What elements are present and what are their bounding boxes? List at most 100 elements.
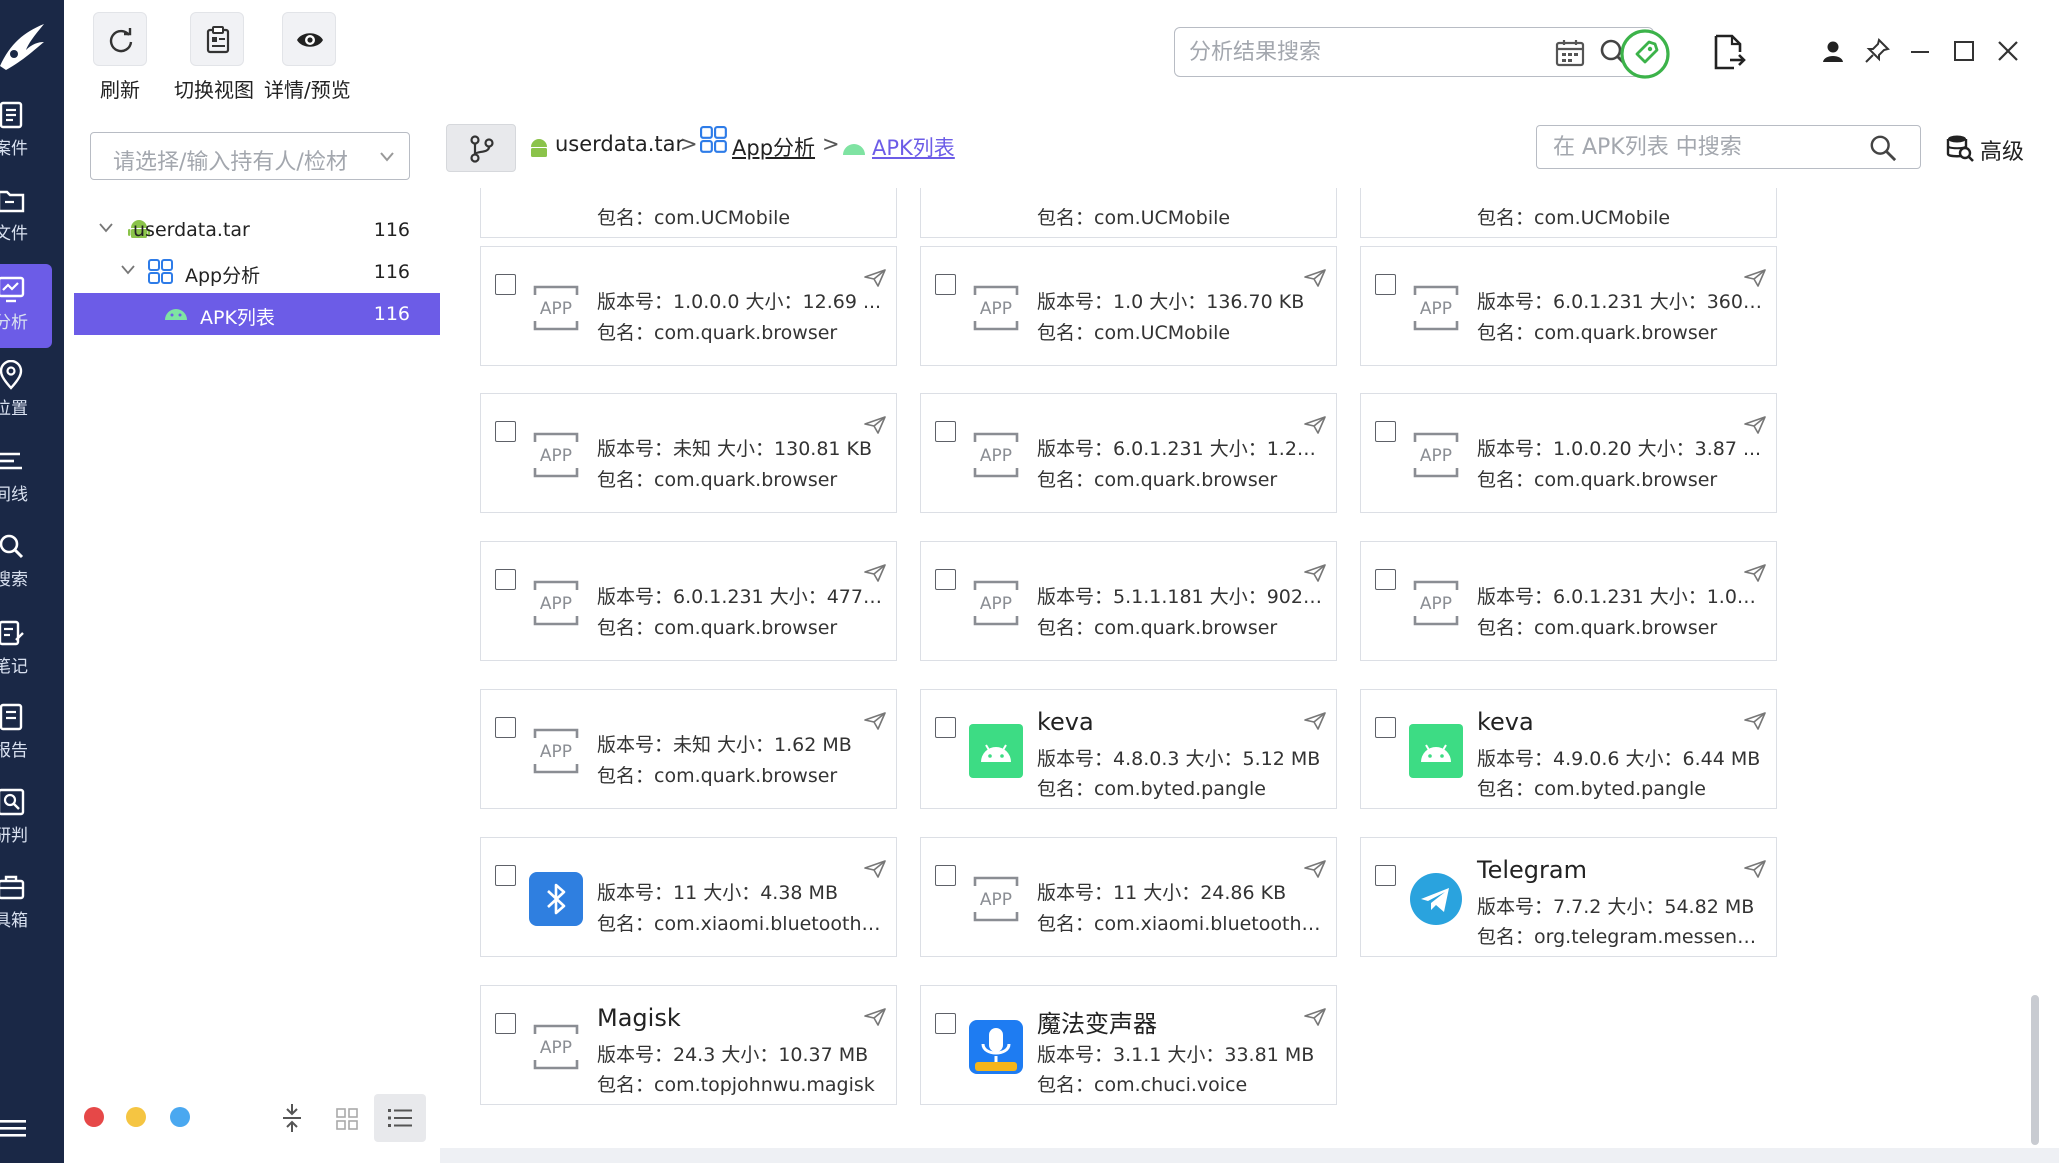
share-icon[interactable]: [1304, 416, 1326, 434]
apk-checkbox[interactable]: [935, 865, 956, 886]
apk-card[interactable]: APP 版本号：6.0.1.231 大小：1.04 ... 包名：com.quark…: [1360, 541, 1777, 661]
collapse-icon[interactable]: [280, 1104, 304, 1132]
rail-item-folder[interactable]: 文件: [0, 175, 52, 253]
apk-checkbox[interactable]: [1375, 717, 1396, 738]
breadcrumb-item[interactable]: App分析: [732, 132, 815, 162]
apk-card[interactable]: APP 版本号：1.0.0.0 大小：12.69 ... 包名：com.quark.…: [480, 246, 897, 366]
apk-checkbox[interactable]: [495, 274, 516, 295]
apk-checkbox[interactable]: [935, 569, 956, 590]
apk-card[interactable]: 包名：com.UCMobile: [1360, 188, 1777, 238]
tree-node-app-analysis[interactable]: App分析 116: [74, 251, 440, 293]
user-icon[interactable]: [1822, 40, 1844, 64]
apk-card[interactable]: APP 版本号：1.0 大小：136.70 KB 包名：com.UCMobile: [920, 246, 1337, 366]
pin-icon[interactable]: [1864, 38, 1890, 64]
apk-card[interactable]: 魔法变声器 版本号：3.1.1 大小：33.81 MB 包名：com.chuci.v…: [920, 985, 1337, 1105]
owner-select[interactable]: 请选择/输入持有人/检材: [90, 132, 410, 180]
share-icon[interactable]: [864, 416, 886, 434]
share-icon[interactable]: [1744, 269, 1766, 287]
apk-checkbox[interactable]: [495, 569, 516, 590]
apk-checkbox[interactable]: [1375, 865, 1396, 886]
share-icon[interactable]: [864, 269, 886, 287]
apk-checkbox[interactable]: [495, 1013, 516, 1034]
share-icon[interactable]: [864, 860, 886, 878]
apk-search-input[interactable]: [1553, 132, 1863, 162]
share-icon[interactable]: [1304, 1008, 1326, 1026]
rail-item-judge[interactable]: 研判: [0, 777, 52, 855]
minimize-icon[interactable]: [1909, 42, 1931, 62]
status-shield-icon[interactable]: [1619, 28, 1671, 80]
maximize-icon[interactable]: [1953, 40, 1975, 62]
apk-card[interactable]: APP 版本号：6.0.1.231 大小：1.28 ... 包名：com.quark…: [920, 393, 1337, 513]
branch-button[interactable]: [446, 124, 516, 172]
search-icon[interactable]: [1869, 134, 1897, 162]
chevron-down-icon[interactable]: [98, 222, 114, 234]
share-icon[interactable]: [1744, 712, 1766, 730]
rail-item-timeline[interactable]: 间线: [0, 436, 52, 514]
breadcrumb-item[interactable]: userdata.tar: [555, 132, 684, 156]
advanced-search-button[interactable]: 高级: [1940, 130, 2050, 166]
apk-checkbox[interactable]: [495, 421, 516, 442]
result-search-box: [1174, 27, 1654, 77]
vertical-scrollbar[interactable]: [2031, 995, 2039, 1145]
switch-view-button[interactable]: [190, 12, 244, 66]
refresh-button[interactable]: [93, 12, 147, 66]
bluetooth-icon: [529, 872, 583, 926]
apk-checkbox[interactable]: [935, 1013, 956, 1034]
chevron-down-icon[interactable]: [120, 264, 136, 276]
rail-item-case[interactable]: 案件: [0, 90, 52, 168]
share-icon[interactable]: [1744, 564, 1766, 582]
apk-card[interactable]: 包名：com.UCMobile: [480, 188, 897, 238]
status-dot-blue[interactable]: [170, 1107, 190, 1127]
close-icon[interactable]: [1997, 40, 2019, 62]
apk-card[interactable]: APP 版本号：未知 大小：1.62 MB 包名：com.quark.browser: [480, 689, 897, 809]
export-icon[interactable]: [1712, 34, 1746, 72]
apk-card[interactable]: 包名：com.UCMobile: [920, 188, 1337, 238]
tree-node-apk-list[interactable]: APK列表 116: [74, 293, 440, 335]
apk-checkbox[interactable]: [495, 717, 516, 738]
apk-package: 包名：com.UCMobile: [1477, 207, 1671, 229]
apk-card[interactable]: APP 版本号：6.0.1.231 大小：360.... 包名：com.quark.…: [1360, 246, 1777, 366]
apk-checkbox[interactable]: [935, 421, 956, 442]
share-icon[interactable]: [1304, 860, 1326, 878]
apk-card[interactable]: keva 版本号：4.8.0.3 大小：5.12 MB 包名：com.byted.p…: [920, 689, 1337, 809]
list-view-button[interactable]: [374, 1094, 426, 1142]
rail-item-search[interactable]: 搜索: [0, 521, 52, 599]
share-icon[interactable]: [864, 712, 886, 730]
share-icon[interactable]: [864, 564, 886, 582]
result-search-input[interactable]: [1189, 36, 1549, 68]
grid-view-icon[interactable]: [336, 1108, 358, 1130]
apk-checkbox[interactable]: [1375, 274, 1396, 295]
apk-card[interactable]: APP 版本号：5.1.1.181 大小：902.... 包名：com.quark.…: [920, 541, 1337, 661]
apk-card[interactable]: APP 版本号：1.0.0.20 大小：3.87 ... 包名：com.quark.…: [1360, 393, 1777, 513]
apk-checkbox[interactable]: [495, 865, 516, 886]
share-icon[interactable]: [1744, 860, 1766, 878]
calendar-icon[interactable]: [1555, 38, 1585, 68]
share-icon[interactable]: [1304, 269, 1326, 287]
rail-item-toolbox[interactable]: 具箱: [0, 862, 52, 940]
share-icon[interactable]: [1304, 564, 1326, 582]
rail-item-location[interactable]: 位置: [0, 350, 52, 428]
rail-item-report[interactable]: 报告: [0, 692, 52, 770]
apk-checkbox[interactable]: [935, 717, 956, 738]
share-icon[interactable]: [864, 1008, 886, 1026]
rail-item-notes[interactable]: 笔记: [0, 608, 52, 686]
tree-node-userdata[interactable]: userdata.tar 116: [74, 209, 440, 251]
apk-card[interactable]: APP 版本号：6.0.1.231 大小：477.... 包名：com.quark.…: [480, 541, 897, 661]
status-dot-red[interactable]: [84, 1107, 104, 1127]
apk-checkbox[interactable]: [1375, 421, 1396, 442]
status-dot-yellow[interactable]: [126, 1107, 146, 1127]
breadcrumb-item-current[interactable]: APK列表: [872, 132, 955, 162]
apk-checkbox[interactable]: [935, 274, 956, 295]
rail-item-analysis[interactable]: 分析: [0, 264, 52, 348]
apk-card[interactable]: APP 版本号：11 大小：24.86 KB 包名：com.xiaomi.bluet…: [920, 837, 1337, 957]
apk-card[interactable]: Telegram 版本号：7.7.2 大小：54.82 MB 包名：org.tele…: [1360, 837, 1777, 957]
share-icon[interactable]: [1304, 712, 1326, 730]
menu-icon[interactable]: [0, 1118, 26, 1138]
apk-checkbox[interactable]: [1375, 569, 1396, 590]
apk-card[interactable]: APP Magisk 版本号：24.3 大小：10.37 MB 包名：com.topj…: [480, 985, 897, 1105]
apk-card[interactable]: 版本号：11 大小：4.38 MB 包名：com.xiaomi.bluetooth…: [480, 837, 897, 957]
share-icon[interactable]: [1744, 416, 1766, 434]
apk-card[interactable]: keva 版本号：4.9.0.6 大小：6.44 MB 包名：com.byted.p…: [1360, 689, 1777, 809]
detail-preview-button[interactable]: [282, 12, 336, 66]
apk-card[interactable]: APP 版本号：未知 大小：130.81 KB 包名：com.quark.brows…: [480, 393, 897, 513]
